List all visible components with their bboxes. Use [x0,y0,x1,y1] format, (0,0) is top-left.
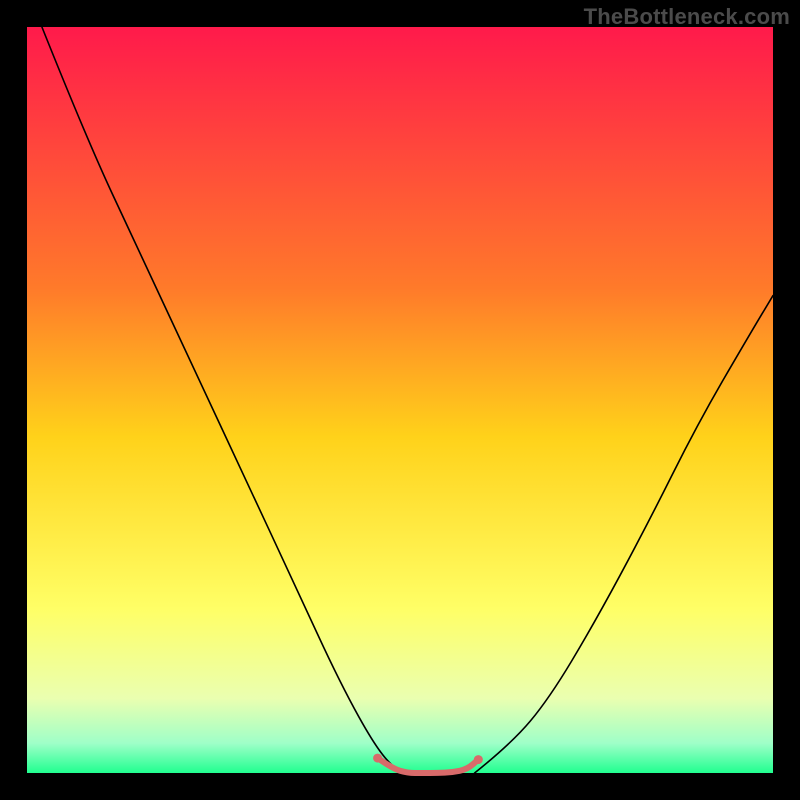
plot-area [27,27,773,773]
watermark-text: TheBottleneck.com [584,4,790,30]
chart-canvas [0,0,800,800]
series-point-trough-end-dots [373,754,382,763]
series-point-trough-end-dots [474,755,483,764]
